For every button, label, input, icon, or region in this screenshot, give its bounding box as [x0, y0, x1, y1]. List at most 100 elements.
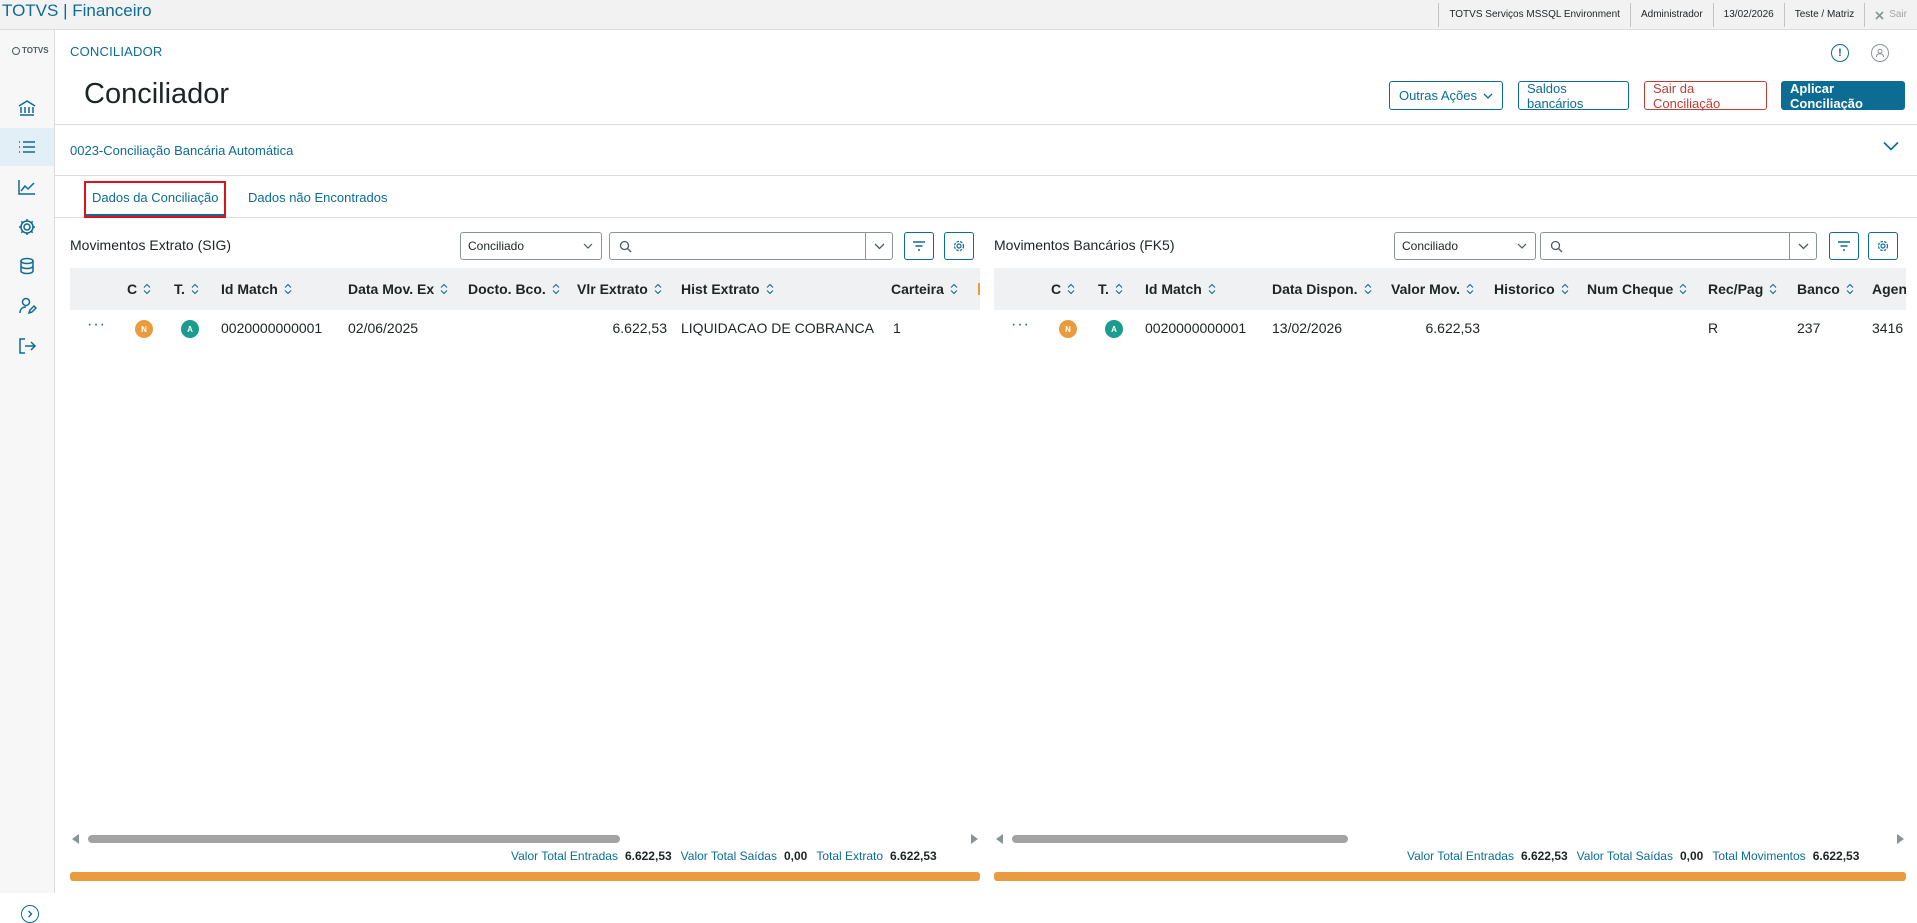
col-header-c[interactable]: C	[127, 281, 151, 297]
sort-icon	[191, 283, 199, 295]
col-header-rec-pag[interactable]: Rec/Pag	[1708, 281, 1777, 297]
other-actions-button[interactable]: Outras Ações	[1389, 81, 1503, 110]
other-actions-label: Outras Ações	[1398, 88, 1478, 103]
sort-icon	[1067, 283, 1075, 295]
left-search-dropdown[interactable]	[865, 233, 892, 259]
total-movimentos-label: Total Movimentos	[1712, 849, 1806, 863]
scroll-thumb[interactable]	[1012, 835, 1348, 843]
cell-banco: 237	[1797, 320, 1821, 336]
row-actions-button[interactable]: ···	[1011, 316, 1030, 334]
sort-icon	[1364, 283, 1371, 295]
sidebar-item-bank[interactable]	[0, 89, 54, 127]
bank-icon	[18, 100, 36, 116]
scroll-left-arrow[interactable]	[72, 834, 79, 844]
right-panel-title: Movimentos Bancários (FK5)	[994, 237, 1175, 253]
bank-balances-label: Saldos bancários	[1527, 80, 1584, 111]
total-saidas-label: Valor Total Saídas	[1576, 849, 1673, 863]
exit-button[interactable]: Sair	[1864, 3, 1917, 27]
gear-icon	[1877, 240, 1889, 252]
sort-icon	[766, 283, 773, 295]
table-row[interactable]: ··· N A 0020000000001 02/06/2025 6.622,5…	[70, 310, 980, 348]
sort-icon	[1208, 283, 1216, 295]
scroll-right-arrow[interactable]	[1897, 834, 1904, 844]
info-icon[interactable]: !	[1831, 44, 1849, 62]
chevron-down-icon	[1517, 243, 1527, 249]
reconciliation-accordion[interactable]: 0023-Conciliação Bancária Automática	[55, 124, 1917, 176]
sidebar-item-list[interactable]	[0, 128, 54, 166]
left-table-header: C T. Id Match Data Mov. Ex Docto. Bco. V…	[70, 268, 980, 310]
left-panel-title: Movimentos Extrato (SIG)	[70, 237, 232, 253]
col-header-t[interactable]: T.	[174, 281, 199, 297]
row-actions-button[interactable]: ···	[87, 316, 106, 334]
right-status-value: Conciliado	[1402, 239, 1459, 253]
sort-icon	[552, 283, 560, 295]
col-header-num-cheque[interactable]: Num Cheque	[1587, 281, 1687, 297]
col-header-docto[interactable]: Docto. Bco.	[468, 281, 560, 297]
col-header-hist-extrato[interactable]: Hist Extrato	[681, 281, 774, 297]
right-search-dropdown[interactable]	[1789, 233, 1816, 259]
col-header-vlr-extrato[interactable]: Vlr Extrato	[577, 281, 662, 297]
sort-icon	[1561, 283, 1569, 295]
left-search-input[interactable]	[609, 232, 893, 260]
sidebar-item-database[interactable]	[0, 247, 54, 285]
exit-label: Sair	[1889, 9, 1907, 20]
right-status-select[interactable]: Conciliado	[1394, 232, 1536, 260]
user-edit-icon	[19, 297, 37, 315]
bank-balances-button[interactable]: Saldos bancários	[1518, 80, 1629, 111]
right-settings-button[interactable]	[1868, 232, 1898, 260]
date-label: 13/02/2026	[1712, 3, 1784, 27]
sidebar-item-reports[interactable]	[0, 168, 54, 206]
chevron-down-icon	[874, 243, 884, 249]
sidebar-item-settings[interactable]	[0, 208, 54, 246]
left-horizontal-scrollbar[interactable]	[70, 832, 980, 845]
left-status-bar	[70, 872, 980, 881]
apply-reconciliation-label: Aplicar Conciliação	[1790, 80, 1863, 111]
sidebar-item-user[interactable]	[0, 287, 54, 325]
col-header-id-match[interactable]: Id Match	[1145, 281, 1216, 297]
chevron-down-icon	[1798, 243, 1808, 249]
left-status-select[interactable]: Conciliado	[460, 232, 602, 260]
scroll-right-arrow[interactable]	[971, 834, 978, 844]
right-search-input[interactable]	[1540, 232, 1817, 260]
col-header-data-dispon[interactable]: Data Dispon.	[1272, 281, 1372, 297]
expand-sidebar-button[interactable]	[21, 905, 39, 923]
total-extrato-label: Total Extrato	[816, 849, 884, 863]
exit-reconciliation-button[interactable]: Sair da Conciliação	[1644, 81, 1767, 111]
total-saidas-value: 0,00	[1679, 849, 1704, 863]
left-filter-button[interactable]	[904, 232, 934, 260]
apply-reconciliation-button[interactable]: Aplicar Conciliação	[1781, 80, 1905, 111]
tab-bar: Dados da Conciliação Dados não Encontrad…	[55, 178, 1917, 218]
cell-data-mov: 02/06/2025	[348, 320, 419, 336]
session-info: TOTVS Serviços MSSQL Environment Adminis…	[1438, 3, 1917, 27]
col-header-t[interactable]: T.	[1098, 281, 1123, 297]
chevron-right-icon	[28, 910, 33, 918]
table-row[interactable]: ··· N A 0020000000001 13/02/2026 6.622,5…	[994, 310, 1906, 348]
col-header-banco[interactable]: Banco	[1797, 281, 1854, 297]
sort-icon	[1846, 283, 1854, 295]
col-header-historico[interactable]: Historico	[1494, 281, 1569, 297]
scroll-thumb[interactable]	[88, 835, 620, 843]
total-entradas-value: 6.622,53	[624, 849, 672, 863]
right-horizontal-scrollbar[interactable]	[994, 832, 1906, 845]
col-header-data-mov[interactable]: Data Mov. Ex	[348, 281, 448, 297]
left-settings-button[interactable]	[944, 232, 974, 260]
chevron-down-icon[interactable]	[1883, 141, 1899, 151]
sidebar-item-exit[interactable]	[0, 327, 54, 365]
total-entradas-label: Valor Total Entradas	[511, 849, 618, 863]
col-header-c[interactable]: C	[1051, 281, 1075, 297]
col-header-id-match[interactable]: Id Match	[221, 281, 292, 297]
col-header-agencia[interactable]: Agen	[1872, 281, 1906, 297]
scroll-left-arrow[interactable]	[996, 834, 1003, 844]
sort-icon	[440, 283, 448, 295]
total-entradas-value: 6.622,53	[1520, 849, 1568, 863]
col-header-carteira[interactable]: Carteira	[891, 281, 958, 297]
branch-label[interactable]: Teste / Matriz	[1783, 3, 1864, 27]
sort-icon	[143, 283, 151, 295]
right-filter-button[interactable]	[1829, 232, 1859, 260]
user-icon[interactable]	[1871, 44, 1889, 62]
tab-dados-nao-encontrados[interactable]: Dados não Encontrados	[248, 190, 387, 205]
sort-icon	[950, 283, 958, 295]
col-header-valor-mov[interactable]: Valor Mov.	[1391, 281, 1474, 297]
cell-vlr-extrato: 6.622,53	[612, 320, 668, 336]
left-totals: Valor Total Entradas 6.622,53 Valor Tota…	[511, 849, 939, 863]
